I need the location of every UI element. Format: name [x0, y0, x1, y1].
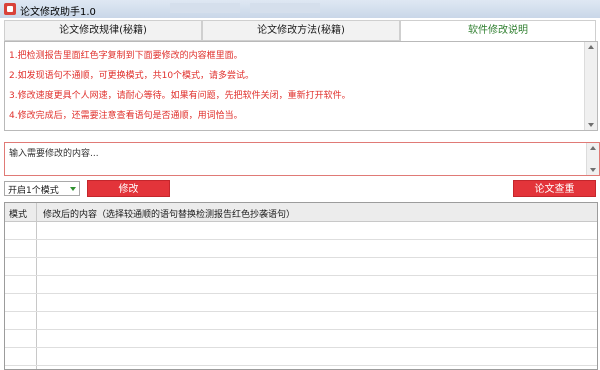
content-input[interactable]: 输入需要修改的内容...: [4, 142, 600, 176]
tab-software-instructions[interactable]: 软件修改说明: [400, 20, 596, 41]
table-row: [5, 257, 597, 258]
results-grid: 模式 修改后的内容（选择较通顺的语句替换检测报告红色抄袭语句）: [4, 202, 598, 370]
window-title: 论文修改助手1.0: [20, 7, 96, 18]
instruction-line: 2.如发现语句不通顺，可更换模式，共10个模式，请多尝试。: [9, 71, 255, 81]
table-row: [5, 311, 597, 312]
scroll-up-icon[interactable]: [590, 146, 596, 150]
tab-modify-methods[interactable]: 论文修改方法(秘籍): [202, 20, 400, 40]
plagiarism-check-button[interactable]: 论文查重: [513, 180, 596, 197]
chevron-down-icon[interactable]: [70, 187, 76, 191]
scroll-down-icon[interactable]: [588, 123, 594, 127]
title-bar: 论文修改助手1.0: [0, 0, 600, 18]
modify-button[interactable]: 修改: [87, 180, 170, 197]
table-row: [5, 293, 597, 294]
tab-modify-rules[interactable]: 论文修改规律(秘籍): [4, 20, 202, 40]
instructions-scrollbar[interactable]: [584, 42, 597, 130]
mode-select-value: 开启1个模式: [8, 186, 59, 196]
background-tab-ghost: [250, 3, 320, 13]
table-row: [5, 239, 597, 240]
table-row: [5, 347, 597, 348]
table-row: [5, 329, 597, 330]
app-icon: [4, 3, 16, 15]
content-input-placeholder: 输入需要修改的内容...: [9, 149, 99, 159]
input-scrollbar[interactable]: [586, 143, 599, 175]
scroll-down-icon[interactable]: [590, 168, 596, 172]
column-header-mode[interactable]: 模式: [9, 207, 27, 220]
instruction-line: 3.修改速度更具个人网速，请耐心等待。如果有问题，先把软件关闭，重新打开软件。: [9, 91, 351, 101]
tab-strip: 论文修改规律(秘籍) 论文修改方法(秘籍) 软件修改说明: [4, 20, 596, 41]
scroll-up-icon[interactable]: [588, 45, 594, 49]
table-row: [5, 365, 597, 366]
column-divider: [36, 203, 37, 369]
background-tab-ghost: [170, 3, 240, 13]
results-grid-header: 模式 修改后的内容（选择较通顺的语句替换检测报告红色抄袭语句）: [5, 203, 597, 222]
instruction-line: 4.修改完成后，还需要注意查看语句是否通顺，用词恰当。: [9, 111, 243, 121]
mode-select[interactable]: 开启1个模式: [4, 181, 80, 196]
table-row: [5, 275, 597, 276]
instructions-panel: 1.把检测报告里面红色字复制到下面要修改的内容框里面。 2.如发现语句不通顺，可…: [4, 41, 598, 131]
column-header-modified-content[interactable]: 修改后的内容（选择较通顺的语句替换检测报告红色抄袭语句）: [43, 207, 295, 220]
instruction-line: 1.把检测报告里面红色字复制到下面要修改的内容框里面。: [9, 51, 243, 61]
